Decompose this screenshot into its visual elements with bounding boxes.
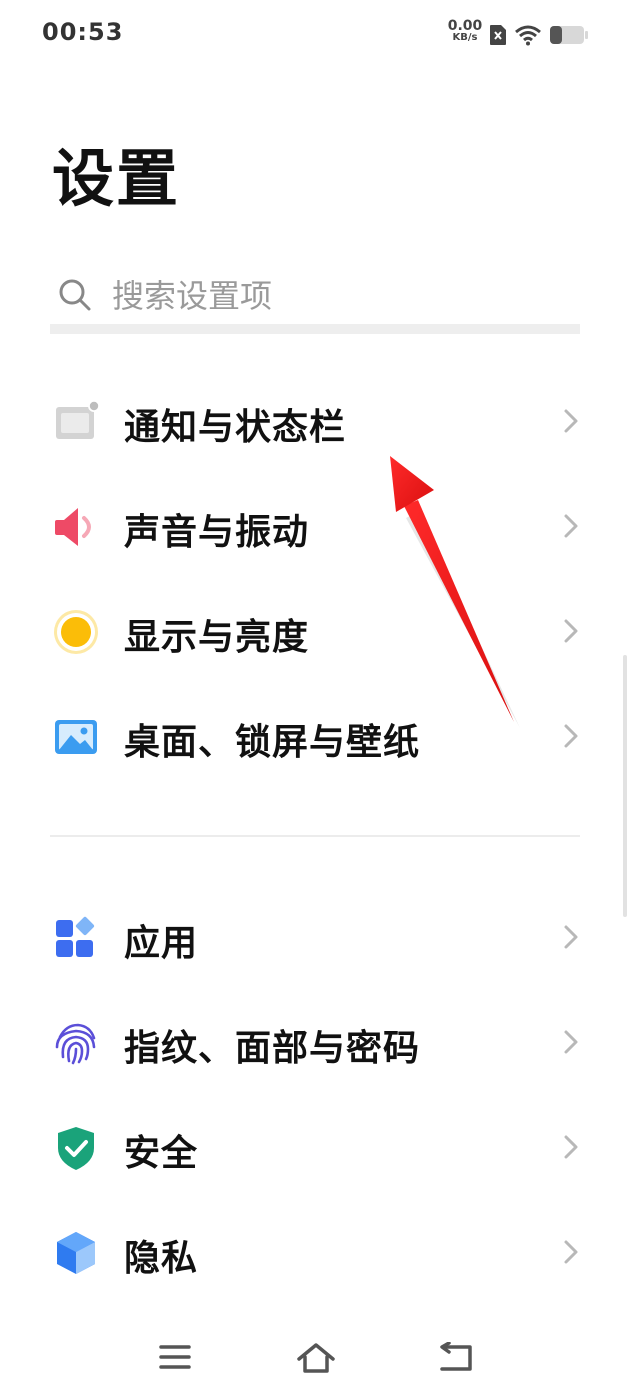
setting-sound-vibration[interactable]: 声音与振动 (0, 473, 630, 578)
chevron-right-icon (564, 1030, 578, 1054)
setting-label: 应用 (124, 923, 199, 964)
navigation-bar (0, 1320, 630, 1400)
chevron-right-icon (564, 619, 578, 643)
wallpaper-icon (55, 720, 97, 754)
wifi-icon (515, 25, 541, 46)
search-icon (59, 279, 91, 311)
setting-apps[interactable]: 应用 (0, 884, 630, 989)
setting-label: 通知与状态栏 (124, 407, 347, 448)
setting-privacy[interactable]: 隐私 (0, 1199, 630, 1304)
chevron-right-icon (564, 724, 578, 748)
status-time: 00:53 (42, 18, 124, 46)
page-title: 设置 (52, 142, 181, 215)
speaker-icon (55, 508, 91, 546)
setting-label: 隐私 (124, 1238, 199, 1279)
battery-icon (550, 26, 588, 44)
setting-desktop-lockscreen-wallpaper[interactable]: 桌面、锁屏与壁纸 (0, 683, 630, 788)
brightness-icon (54, 610, 98, 654)
setting-display-brightness[interactable]: 显示与亮度 (0, 578, 630, 683)
apps-icon (56, 916, 95, 957)
search-bar[interactable] (50, 262, 580, 334)
no-sim-icon (490, 25, 506, 45)
fingerprint-icon (55, 1023, 96, 1065)
network-speed: 0.00 KB/s (444, 18, 486, 44)
chevron-right-icon (564, 409, 578, 433)
home-icon[interactable] (296, 1342, 336, 1374)
setting-fingerprint-face-password[interactable]: 指纹、面部与密码 (0, 989, 630, 1094)
chevron-right-icon (564, 514, 578, 538)
privacy-cube-icon (57, 1232, 95, 1274)
setting-notifications-status-bar[interactable]: 通知与状态栏 (0, 368, 630, 473)
back-icon[interactable] (436, 1342, 474, 1374)
scrollbar[interactable] (623, 655, 627, 917)
chevron-right-icon (564, 1135, 578, 1159)
settings-group-apps-security: 应用 指纹、面部与密码 安全 隐私 (0, 884, 630, 1304)
shield-icon (58, 1127, 94, 1170)
network-speed-value: 0.00 (447, 18, 483, 34)
search-input[interactable] (112, 272, 552, 320)
chevron-right-icon (564, 1240, 578, 1264)
status-bar: 00:53 0.00 KB/s (0, 0, 630, 70)
setting-label: 指纹、面部与密码 (124, 1028, 421, 1069)
settings-group-display: 通知与状态栏 声音与振动 显示与亮度 桌面、锁屏与壁纸 (0, 368, 630, 788)
search-underline (50, 324, 580, 334)
section-divider (50, 835, 580, 837)
notification-icon (56, 400, 100, 439)
setting-security[interactable]: 安全 (0, 1094, 630, 1199)
setting-label: 安全 (124, 1133, 199, 1174)
chevron-right-icon (564, 925, 578, 949)
menu-icon[interactable] (158, 1342, 192, 1372)
setting-label: 显示与亮度 (124, 617, 310, 658)
setting-label: 声音与振动 (124, 512, 310, 553)
setting-label: 桌面、锁屏与壁纸 (124, 722, 421, 763)
